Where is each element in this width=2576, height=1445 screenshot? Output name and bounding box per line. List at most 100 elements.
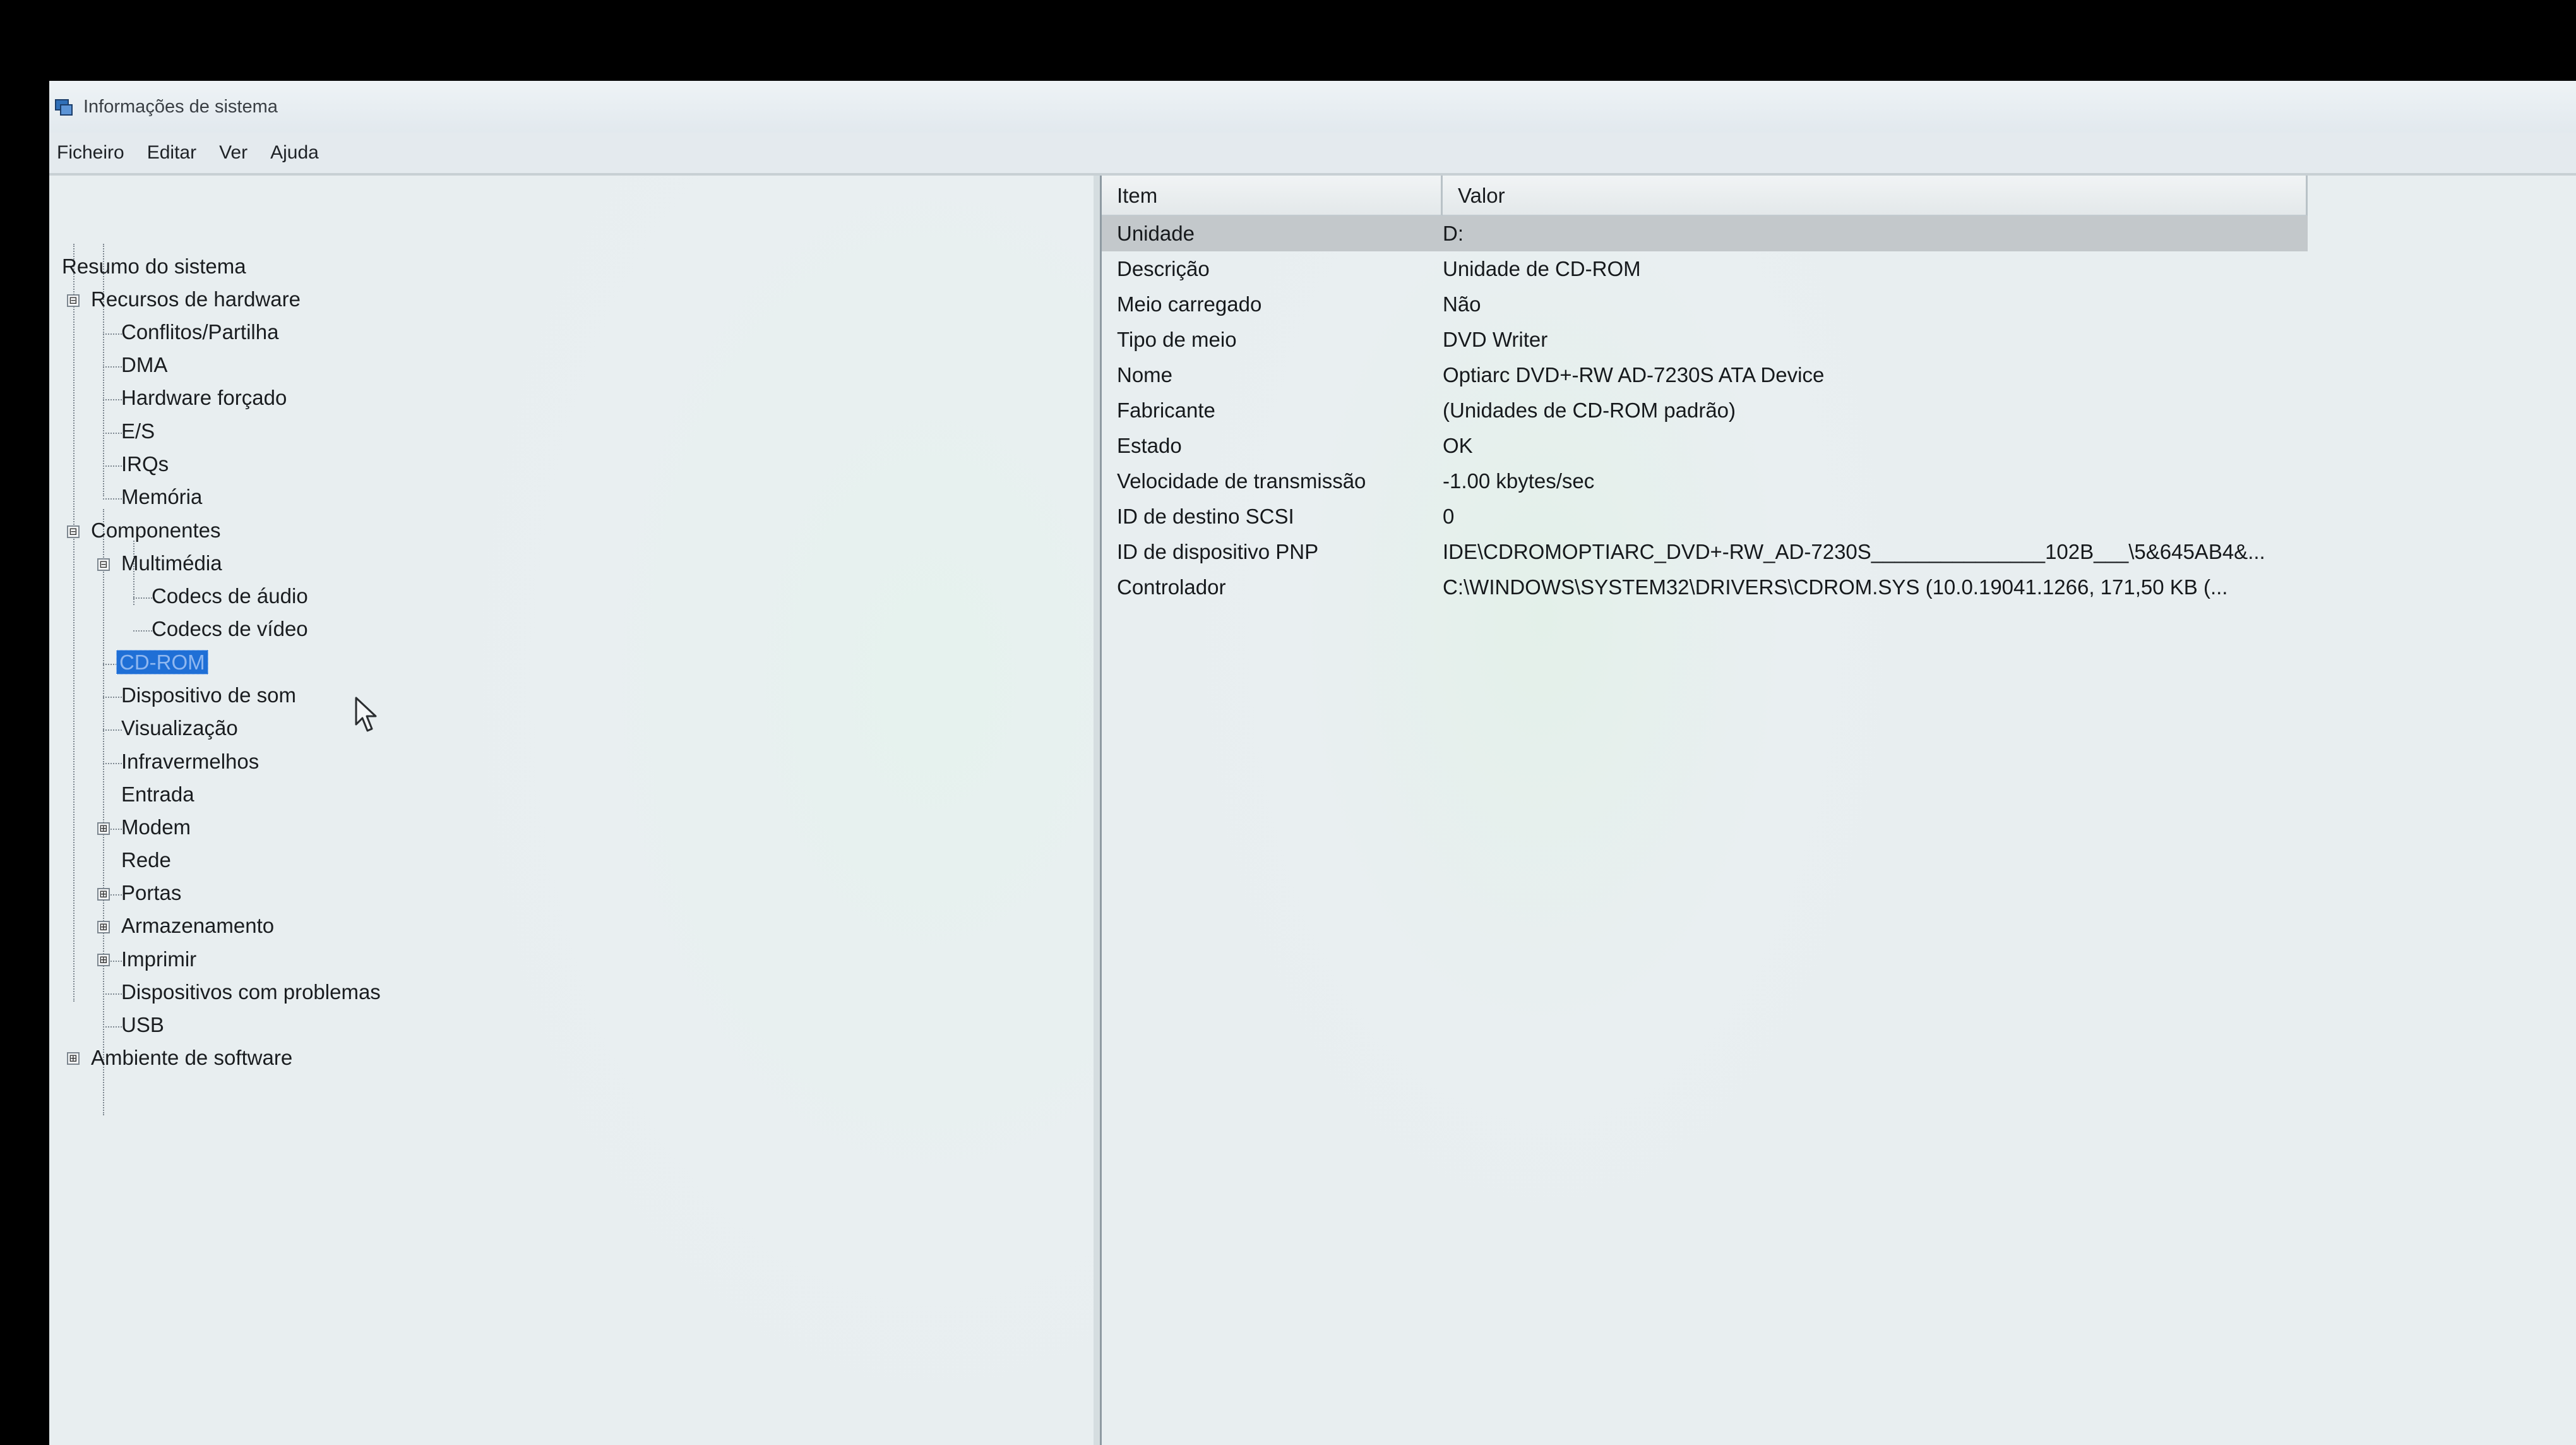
expand-icon[interactable]: ⊞ xyxy=(97,953,110,966)
tree-item-sound-device[interactable]: Dispositivo de som xyxy=(119,681,299,709)
expand-icon[interactable]: ⊞ xyxy=(97,920,110,933)
value-cell: (Unidades de CD-ROM padrão) xyxy=(1443,399,1736,422)
tree-item-io[interactable]: E/S xyxy=(119,417,157,445)
item-cell: Velocidade de transmissão xyxy=(1117,469,1366,493)
tree-item-label: Codecs de vídeo xyxy=(152,617,308,640)
item-cell: Descrição xyxy=(1117,257,1210,280)
tree-item-label: Modem xyxy=(121,815,191,839)
item-cell: Controlador xyxy=(1117,575,1226,599)
tree-item-components[interactable]: Componentes xyxy=(88,517,223,544)
tree-item-label: CD-ROM xyxy=(116,650,208,675)
table-row[interactable]: Estado OK xyxy=(1102,428,2308,464)
tree-item-input[interactable]: Entrada xyxy=(119,781,197,808)
tree-line xyxy=(73,244,75,1002)
value-cell: IDE\CDROMOPTIARC_DVD+-RW_AD-7230S_______… xyxy=(1443,540,2265,563)
tree-item-label: Dispositivo de som xyxy=(121,683,296,707)
expand-icon[interactable]: ⊞ xyxy=(97,822,110,835)
tree-item-multimedia[interactable]: Multimédia xyxy=(119,549,225,577)
menu-ficheiro[interactable]: Ficheiro xyxy=(49,142,136,164)
column-header-item[interactable]: Item xyxy=(1102,176,1443,216)
table-row[interactable]: Meio carregado Não xyxy=(1102,287,2308,322)
tree-item-label: Armazenamento xyxy=(121,914,275,937)
value-cell: Não xyxy=(1443,292,1481,316)
tree-item-label: DMA xyxy=(121,353,168,376)
table-row[interactable]: Unidade D: xyxy=(1102,216,2308,251)
window-title: Informações de sistema xyxy=(83,96,278,117)
tree-item-system-summary[interactable]: Resumo do sistema xyxy=(59,253,249,280)
tree-item-label: Visualização xyxy=(121,716,238,740)
tree-item-infrared[interactable]: Infravermelhos xyxy=(119,748,261,776)
collapse-icon[interactable]: ⊟ xyxy=(97,558,110,571)
item-cell: Meio carregado xyxy=(1117,292,1262,316)
menu-ajuda[interactable]: Ajuda xyxy=(259,142,330,164)
tree-item-dma[interactable]: DMA xyxy=(119,351,170,379)
table-row[interactable]: Descrição Unidade de CD-ROM xyxy=(1102,251,2308,287)
item-cell: Nome xyxy=(1117,363,1173,387)
screen: Informações de sistema Ficheiro Editar V… xyxy=(0,0,2576,1445)
tree-item-label: IRQs xyxy=(121,452,169,476)
tree-item-label: Codecs de áudio xyxy=(152,584,308,608)
menu-bar: Ficheiro Editar Ver Ajuda xyxy=(49,133,2576,176)
pane-splitter[interactable] xyxy=(1094,176,1102,1445)
table-row[interactable]: Tipo de meio DVD Writer xyxy=(1102,322,2308,357)
tree-item-cd-rom[interactable]: CD-ROM xyxy=(116,649,208,676)
column-header-value[interactable]: Valor xyxy=(1443,176,2308,216)
tree-item-storage[interactable]: Armazenamento xyxy=(119,912,277,940)
tree-line xyxy=(103,509,104,1115)
system-information-window: Informações de sistema Ficheiro Editar V… xyxy=(49,81,2576,1445)
value-cell: Unidade de CD-ROM xyxy=(1443,257,1641,280)
collapse-icon[interactable]: ⊟ xyxy=(67,294,80,307)
item-cell: Unidade xyxy=(1117,222,1195,245)
mouse-cursor-icon xyxy=(355,697,377,732)
tree-item-label: Rede xyxy=(121,848,171,872)
value-cell: -1.00 kbytes/sec xyxy=(1443,469,1595,493)
title-bar[interactable]: Informações de sistema xyxy=(49,81,2576,133)
value-cell: C:\WINDOWS\SYSTEM32\DRIVERS\CDROM.SYS (1… xyxy=(1443,575,2228,599)
tree-item-network[interactable]: Rede xyxy=(119,846,174,874)
menu-ver[interactable]: Ver xyxy=(208,142,259,164)
tree-item-label: Recursos de hardware xyxy=(91,287,301,311)
table-row[interactable]: Controlador C:\WINDOWS\SYSTEM32\DRIVERS\… xyxy=(1102,570,2308,605)
tree-item-conflicts[interactable]: Conflitos/Partilha xyxy=(119,318,281,346)
tree-item-video-codecs[interactable]: Codecs de vídeo xyxy=(149,615,311,643)
value-cell: 0 xyxy=(1443,505,1455,528)
value-cell: D: xyxy=(1443,222,1464,245)
tree-item-usb[interactable]: USB xyxy=(119,1011,167,1039)
item-cell: Fabricante xyxy=(1117,399,1215,422)
tree-item-memory[interactable]: Memória xyxy=(119,483,205,511)
table-row[interactable]: ID de destino SCSI 0 xyxy=(1102,499,2308,534)
table-row[interactable]: Nome Optiarc DVD+-RW AD-7230S ATA Device xyxy=(1102,357,2308,393)
tree-item-irqs[interactable]: IRQs xyxy=(119,450,171,478)
expand-icon[interactable]: ⊞ xyxy=(97,887,110,901)
tree-item-label: USB xyxy=(121,1013,164,1036)
tree-item-display[interactable]: Visualização xyxy=(119,714,241,742)
tree-item-printing[interactable]: Imprimir xyxy=(119,945,199,973)
expand-icon[interactable]: ⊞ xyxy=(67,1052,80,1065)
tree-item-modem[interactable]: Modem xyxy=(119,813,193,841)
tree-item-ports[interactable]: Portas xyxy=(119,879,184,907)
tree-item-label: Entrada xyxy=(121,782,194,806)
value-cell: OK xyxy=(1443,434,1473,457)
tree-item-label: Ambiente de software xyxy=(91,1046,293,1069)
collapse-icon[interactable]: ⊟ xyxy=(67,525,80,538)
table-row[interactable]: ID de dispositivo PNP IDE\CDROMOPTIARC_D… xyxy=(1102,534,2308,570)
item-cell: ID de destino SCSI xyxy=(1117,505,1294,528)
menu-editar[interactable]: Editar xyxy=(136,142,208,164)
tree-item-forced-hardware[interactable]: Hardware forçado xyxy=(119,384,289,412)
system-information-icon xyxy=(55,99,73,116)
table-row[interactable]: Fabricante (Unidades de CD-ROM padrão) xyxy=(1102,393,2308,428)
item-cell: Estado xyxy=(1117,434,1182,457)
tree-item-hardware-resources[interactable]: Recursos de hardware xyxy=(88,285,303,313)
tree-item-software-environment[interactable]: Ambiente de software xyxy=(88,1044,295,1072)
tree-item-label: Dispositivos com problemas xyxy=(121,980,381,1004)
tree-item-label: Resumo do sistema xyxy=(62,255,246,278)
details-list[interactable]: Item Valor Unidade D: Descrição Unidade … xyxy=(1102,176,2576,1445)
table-row[interactable]: Velocidade de transmissão -1.00 kbytes/s… xyxy=(1102,464,2308,499)
tree-line xyxy=(103,244,104,496)
tree-item-label: E/S xyxy=(121,419,155,443)
tree-item-audio-codecs[interactable]: Codecs de áudio xyxy=(149,582,311,610)
category-tree[interactable]: ⊟ ⊟ ⊟ ⊞ ⊞ ⊞ ⊞ ⊞ Resumo do sistema Recurs… xyxy=(49,176,1096,1445)
tree-item-label: Componentes xyxy=(91,519,221,542)
tree-item-label: Infravermelhos xyxy=(121,750,259,773)
tree-item-problem-devices[interactable]: Dispositivos com problemas xyxy=(119,978,383,1006)
